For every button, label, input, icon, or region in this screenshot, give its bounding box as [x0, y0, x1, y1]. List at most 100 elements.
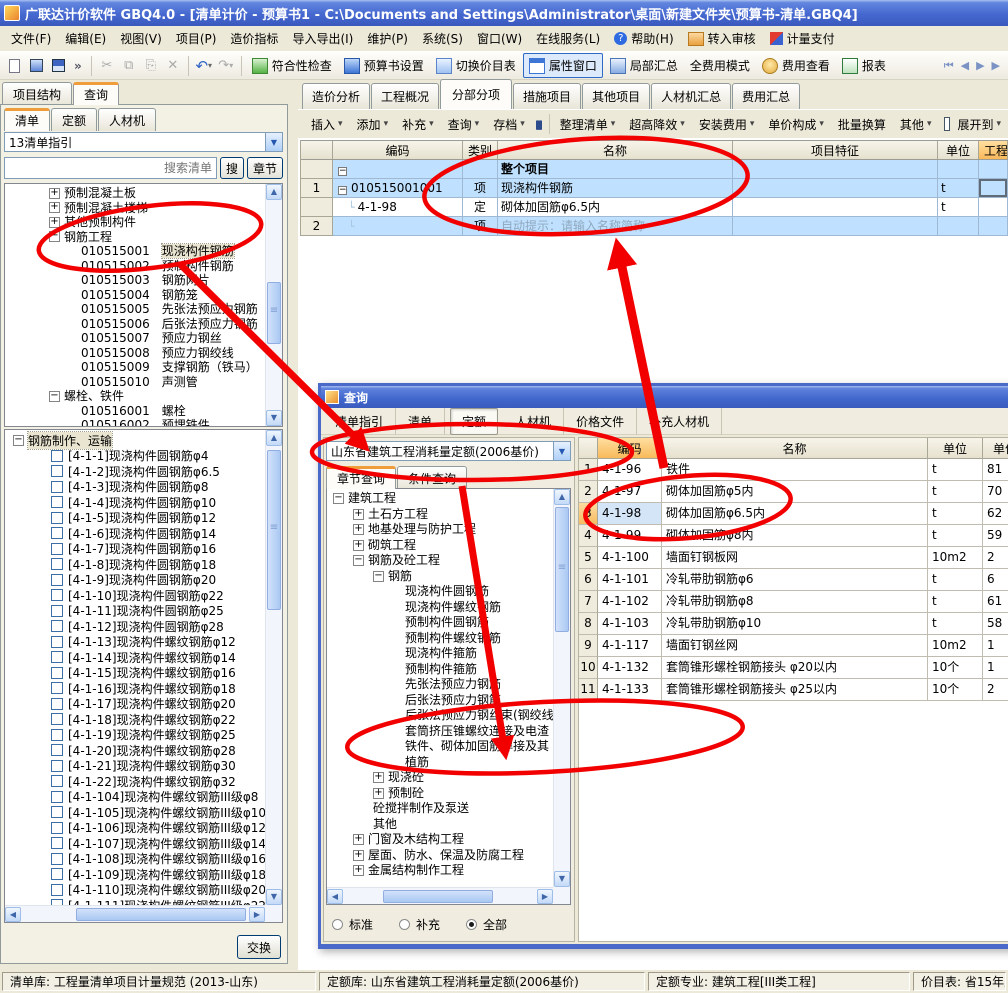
- tree-item[interactable]: 010515009 支撑钢筋（铁马）: [5, 360, 282, 375]
- grid-toolbar-button[interactable]: 单价构成: [761, 116, 831, 133]
- budget-tab[interactable]: 分部分项: [440, 79, 512, 109]
- checkbox[interactable]: [51, 884, 63, 896]
- checklist-item[interactable]: [4-1-13]现浇构件螺纹钢筋φ12: [5, 634, 282, 650]
- cell-code[interactable]: −010515001001: [333, 179, 463, 198]
- header-name[interactable]: 名称: [662, 438, 928, 458]
- chapter-tree-item[interactable]: 预制构件圆钢筋: [327, 615, 570, 631]
- checklist-item[interactable]: [4-1-14]现浇构件螺纹钢筋φ14: [5, 650, 282, 666]
- expand-toggle-icon[interactable]: +: [353, 834, 364, 845]
- scroll-down-icon[interactable]: ▼: [554, 871, 570, 887]
- expand-toggle-icon[interactable]: +: [49, 188, 60, 199]
- header-code[interactable]: 编码: [598, 438, 662, 458]
- tree-item[interactable]: 010515008 预应力钢绞线: [5, 346, 282, 361]
- save-icon[interactable]: [48, 56, 68, 76]
- checkbox[interactable]: [51, 760, 63, 772]
- horizontal-scrollbar[interactable]: ◀ ▶: [327, 887, 553, 904]
- chapter-tree-item[interactable]: + 屋面、防水、保温及防腐工程: [327, 848, 570, 864]
- chevron-down-icon[interactable]: ▼: [265, 133, 282, 151]
- chapter-tree-item[interactable]: 预制构件箍筋: [327, 662, 570, 678]
- header-category[interactable]: 类别: [463, 141, 498, 159]
- expand-toggle-icon[interactable]: +: [353, 865, 364, 876]
- toolbar-button[interactable]: 费用查看: [757, 54, 835, 77]
- grid-toolbar-button[interactable]: 其他: [893, 116, 939, 133]
- tree-item[interactable]: 010515007 预应力钢丝: [5, 331, 282, 346]
- expand-toggle-icon[interactable]: −: [353, 555, 364, 566]
- cell-code[interactable]: 4-1-101: [598, 569, 662, 591]
- find-binoculars-icon[interactable]: [536, 118, 542, 131]
- row-expand-icon[interactable]: −: [338, 186, 347, 195]
- cell-name[interactable]: 冷轧带肋钢筋φ10: [662, 613, 928, 635]
- budget-tab[interactable]: 人材机汇总: [651, 83, 731, 109]
- checkbox[interactable]: [51, 729, 63, 741]
- tree-item[interactable]: 010515001 现浇构件钢筋: [5, 244, 282, 259]
- checklist-item[interactable]: [4-1-15]现浇构件螺纹钢筋φ16: [5, 665, 282, 681]
- swap-button[interactable]: 交换: [237, 935, 281, 959]
- checkbox[interactable]: [51, 496, 63, 508]
- chapter-tree-item[interactable]: + 地基处理与防护工程: [327, 522, 570, 538]
- row-expand-icon[interactable]: −: [338, 167, 347, 176]
- checkbox[interactable]: [51, 450, 63, 462]
- left-outer-tab[interactable]: 项目结构: [2, 82, 72, 105]
- menu-item[interactable]: 造价指标: [223, 26, 285, 51]
- cell-name[interactable]: 冷轧带肋钢筋φ6: [662, 569, 928, 591]
- checkbox[interactable]: [51, 589, 63, 601]
- chapter-tree-item[interactable]: 现浇构件箍筋: [327, 646, 570, 662]
- quota-grid-row[interactable]: 10 4-1-132 套筒锥形螺栓钢筋接头 φ20以内 10个 1: [579, 657, 1008, 679]
- grid-toolbar-button[interactable]: 添加: [350, 116, 396, 133]
- scroll-left-icon[interactable]: ◀: [5, 907, 21, 922]
- cell-price[interactable]: 58: [983, 613, 1008, 635]
- chapter-tree-item[interactable]: − 钢筋及砼工程: [327, 553, 570, 569]
- vertical-scrollbar[interactable]: ▲ ▼: [265, 184, 282, 426]
- grid-toolbar-button[interactable]: 安装费用: [692, 116, 762, 133]
- cell-code[interactable]: 4-1-117: [598, 635, 662, 657]
- radio-icon[interactable]: [332, 919, 343, 930]
- chapter-tree-item[interactable]: 其他: [327, 817, 570, 833]
- checklist-item[interactable]: [4-1-104]现浇构件螺纹钢筋III级φ8: [5, 789, 282, 805]
- chapter-tree-item[interactable]: − 建筑工程: [327, 491, 570, 507]
- header-unit[interactable]: 单位: [938, 141, 979, 159]
- expand-toggle-icon[interactable]: +: [353, 509, 364, 520]
- chapter-tree-item[interactable]: + 砌筑工程: [327, 538, 570, 554]
- cell-name[interactable]: 砌体加固筋φ8内: [662, 525, 928, 547]
- toolbar-button[interactable]: 预算书设置: [339, 54, 429, 77]
- cell-price[interactable]: 62: [983, 503, 1008, 525]
- cell-code[interactable]: −: [333, 160, 463, 179]
- header-name[interactable]: 名称: [498, 141, 733, 159]
- quota-grid-row[interactable]: 7 4-1-102 冷轧带肋钢筋φ8 t 61: [579, 591, 1008, 613]
- toolbar-button[interactable]: 属性窗口: [523, 53, 603, 78]
- horizontal-scrollbar[interactable]: ◀ ▶: [5, 905, 265, 922]
- quota-grid-row[interactable]: 4 4-1-99 砌体加固筋φ8内 t 59: [579, 525, 1008, 547]
- radio-icon[interactable]: [399, 919, 410, 930]
- checklist-item[interactable]: [4-1-10]现浇构件圆钢筋φ22: [5, 588, 282, 604]
- toolbar-overflow-chevron[interactable]: »: [70, 59, 86, 73]
- cell-name[interactable]: 套筒锥形螺栓钢筋接头 φ20以内: [662, 657, 928, 679]
- checklist-item[interactable]: [4-1-9]现浇构件圆钢筋φ20: [5, 572, 282, 588]
- query-dialog-tab[interactable]: 定额: [450, 408, 498, 435]
- nav-last-icon[interactable]: ▶: [992, 59, 1000, 73]
- chapter-tree-item[interactable]: + 现浇砼: [327, 770, 570, 786]
- cell-price[interactable]: 1: [983, 657, 1008, 679]
- cell-unit[interactable]: 10m2: [928, 635, 983, 657]
- new-file-icon[interactable]: [4, 56, 24, 76]
- checkbox[interactable]: [51, 853, 63, 865]
- checklist-item[interactable]: [4-1-3]现浇构件圆钢筋φ8: [5, 479, 282, 495]
- query-dialog-tab[interactable]: 价格文件: [564, 408, 637, 435]
- cell-unit[interactable]: 10m2: [928, 547, 983, 569]
- query-dialog-tab[interactable]: 人材机: [503, 408, 564, 435]
- cell-code[interactable]: └: [333, 217, 463, 236]
- cell-price[interactable]: 2: [983, 547, 1008, 569]
- checkbox[interactable]: [51, 465, 63, 477]
- tree-item[interactable]: + 预制混凝土板: [5, 186, 282, 201]
- menu-item[interactable]: 项目(P): [169, 26, 224, 51]
- toolbar-button[interactable]: 报表: [837, 54, 891, 77]
- chapter-tree-item[interactable]: + 土石方工程: [327, 507, 570, 523]
- expand-to-button[interactable]: 展开到: [950, 116, 1008, 133]
- checklist-item[interactable]: [4-1-22]现浇构件螺纹钢筋φ32: [5, 774, 282, 790]
- cell-feature[interactable]: [733, 179, 938, 198]
- cell-unit[interactable]: 10个: [928, 657, 983, 679]
- cell-name[interactable]: 砌体加固筋φ6.5内: [662, 503, 928, 525]
- cell-unit[interactable]: 10个: [928, 679, 983, 701]
- grid-toolbar-button[interactable]: 超高降效: [622, 116, 692, 133]
- checklist-item[interactable]: [4-1-108]现浇构件螺纹钢筋III级φ16: [5, 851, 282, 867]
- copy-icon[interactable]: ⧉: [119, 56, 139, 76]
